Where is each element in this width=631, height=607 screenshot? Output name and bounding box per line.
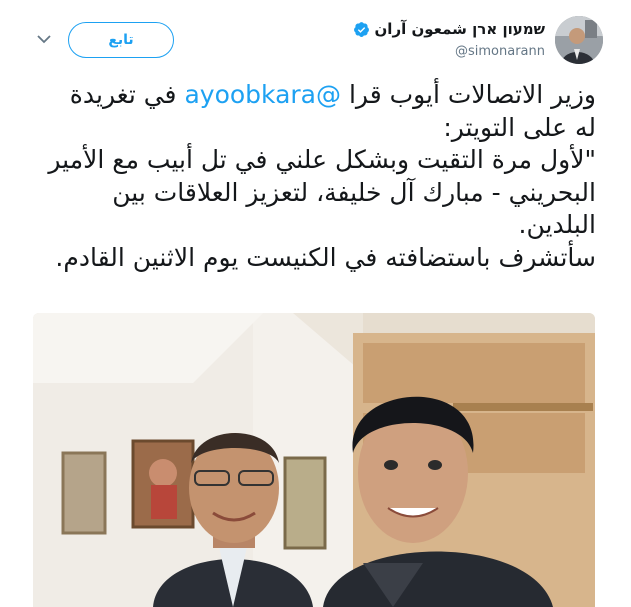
- tweet-text: وزير الاتصالات أيوب قرا @ayoobkara في تغ…: [36, 79, 596, 274]
- author-handle[interactable]: @simonarann: [455, 44, 545, 59]
- follow-button[interactable]: تابع: [68, 22, 174, 58]
- tweet-text-lead-end: في تغريدة: [69, 80, 177, 109]
- tweet-photo[interactable]: [33, 313, 595, 607]
- mention-link[interactable]: @ayoobkara: [184, 80, 341, 109]
- tweet-text-body: له على التويتر: "لأول مرة التقيت وبشكل ع…: [48, 112, 596, 272]
- chevron-down-icon[interactable]: [34, 29, 54, 49]
- verified-badge-icon: [353, 21, 370, 38]
- author-avatar[interactable]: [555, 16, 603, 64]
- author-display-name[interactable]: שמעון ארן شمعون آران: [375, 20, 546, 38]
- tweet-author: שמעון ארן شمعون آران @simonarann: [271, 16, 631, 68]
- tweet-text-lead: وزير الاتصالات أيوب قرا: [348, 80, 596, 109]
- author-name-row[interactable]: שמעון ארן شمعون آران: [353, 20, 546, 38]
